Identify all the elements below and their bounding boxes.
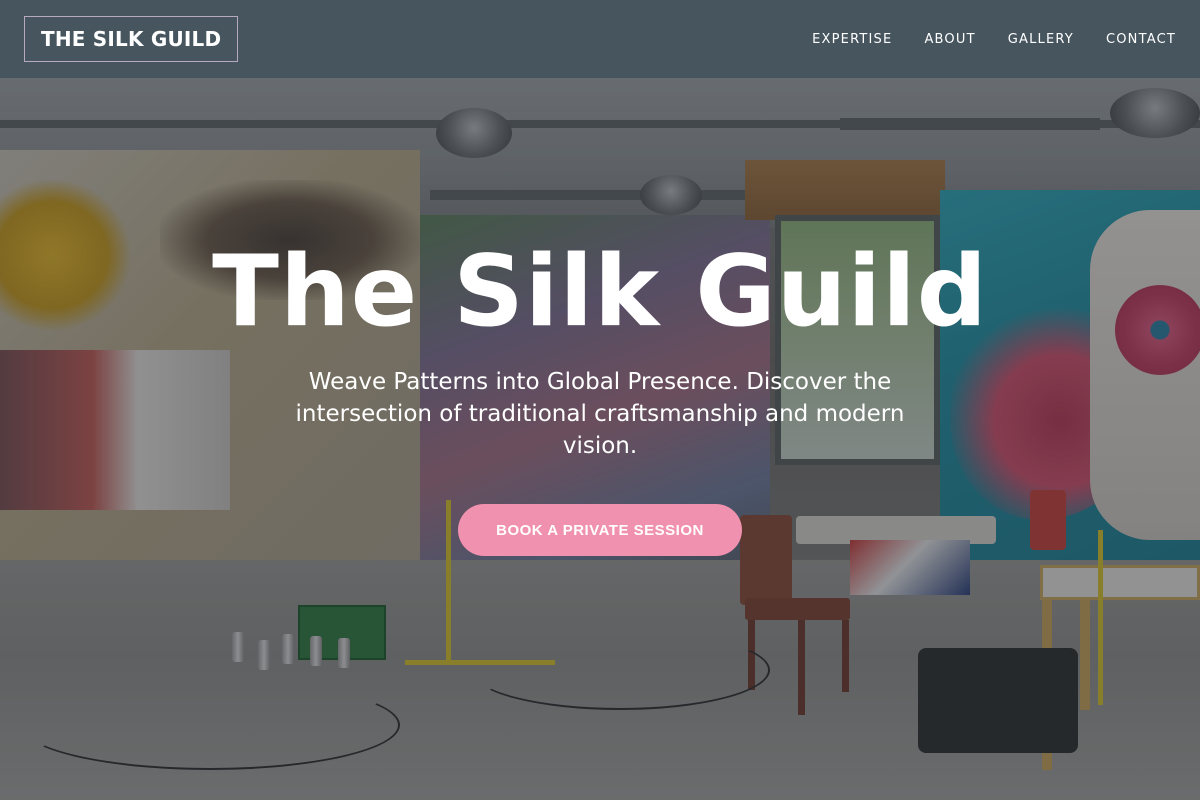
- navbar: THE SILK GUILD EXPERTISE ABOUT GALLERY C…: [0, 0, 1200, 78]
- nav-link-about[interactable]: ABOUT: [924, 32, 975, 47]
- nav-links: EXPERTISE ABOUT GALLERY CONTACT: [812, 32, 1176, 47]
- nav-link-contact[interactable]: CONTACT: [1106, 32, 1176, 47]
- hero-subtitle: Weave Patterns into Global Presence. Dis…: [295, 369, 905, 459]
- brand-logo[interactable]: THE SILK GUILD: [24, 16, 239, 62]
- nav-link-gallery[interactable]: GALLERY: [1008, 32, 1074, 47]
- hero-title: The Silk Guild: [212, 235, 988, 349]
- nav-link-expertise[interactable]: EXPERTISE: [812, 32, 892, 47]
- hero-content: The Silk Guild Weave Patterns into Globa…: [0, 236, 1200, 556]
- book-session-button[interactable]: BOOK A PRIVATE SESSION: [458, 504, 742, 556]
